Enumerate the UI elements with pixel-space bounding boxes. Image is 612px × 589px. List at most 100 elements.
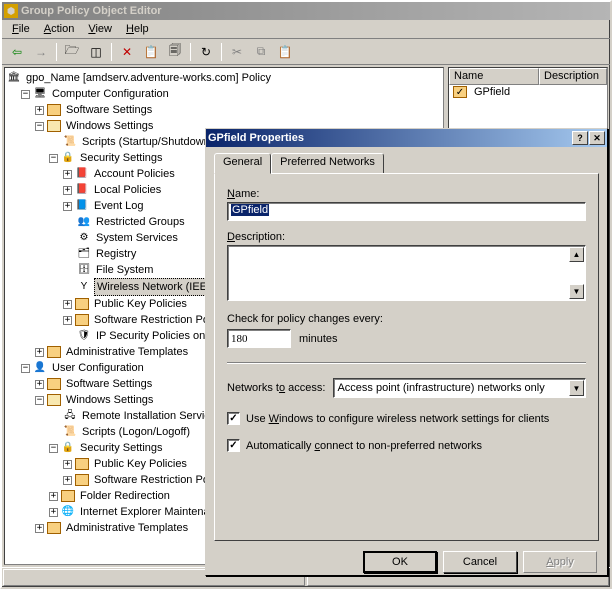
- desc-label: Description:: [227, 231, 586, 243]
- folder-icon: [47, 346, 61, 358]
- tree-win[interactable]: Windows Settings: [64, 118, 155, 134]
- tree-admin[interactable]: Administrative Templates: [64, 344, 190, 360]
- tree-pk[interactable]: Public Key Policies: [92, 296, 189, 312]
- tree-sec2[interactable]: Security Settings: [78, 440, 165, 456]
- tree-scripts2[interactable]: Scripts (Logon/Logoff): [80, 424, 192, 440]
- col-desc[interactable]: Description: [539, 68, 607, 85]
- paste-button: 📋: [274, 41, 296, 63]
- expander[interactable]: −: [49, 154, 58, 163]
- use-windows-checkbox[interactable]: ✓: [227, 412, 240, 425]
- tree-registry[interactable]: Registry: [94, 246, 138, 262]
- expander[interactable]: +: [35, 106, 44, 115]
- apply-button: Apply: [523, 551, 597, 573]
- folder-icon: [75, 314, 89, 326]
- help-button[interactable]: ?: [572, 131, 588, 145]
- col-name[interactable]: Name: [449, 68, 539, 85]
- list-item-label: GPfield: [474, 86, 510, 98]
- expander[interactable]: +: [63, 186, 72, 195]
- expander[interactable]: −: [49, 444, 58, 453]
- service-icon: ⚙: [77, 232, 91, 244]
- check-label: Check for policy changes every:: [227, 313, 586, 325]
- delete-button[interactable]: ✕: [116, 41, 138, 63]
- expander[interactable]: +: [35, 380, 44, 389]
- tree-pk2[interactable]: Public Key Policies: [92, 456, 189, 472]
- lock-icon: 🔒: [61, 152, 75, 164]
- dropdown-button[interactable]: ▼: [569, 380, 584, 396]
- tree-event[interactable]: Event Log: [92, 198, 146, 214]
- properties-button[interactable]: 📋: [140, 41, 162, 63]
- expander[interactable]: −: [35, 122, 44, 131]
- tree-fs[interactable]: File System: [94, 262, 155, 278]
- up-button[interactable]: 🗁: [61, 41, 83, 63]
- tree-scripts[interactable]: Scripts (Startup/Shutdown): [80, 134, 215, 150]
- desc-input[interactable]: [227, 245, 586, 301]
- folder-icon: [47, 120, 61, 132]
- remote-icon: 🖧: [63, 410, 77, 422]
- networks-value: Access point (infrastructure) networks o…: [337, 382, 544, 394]
- expander[interactable]: +: [35, 524, 44, 533]
- menu-action[interactable]: Action: [38, 21, 81, 37]
- tree-local[interactable]: Local Policies: [92, 182, 163, 198]
- user-icon: 👤: [33, 362, 47, 374]
- folder-icon: [75, 458, 89, 470]
- auto-connect-checkbox[interactable]: ✓: [227, 439, 240, 452]
- tree-remote[interactable]: Remote Installation Services: [80, 408, 223, 424]
- tree-admin2[interactable]: Administrative Templates: [64, 520, 190, 536]
- tab-content: Name: GPfield Description: ▲ ▼ Check for…: [214, 173, 599, 541]
- show-hide-button[interactable]: ◫: [85, 41, 107, 63]
- tree-sec[interactable]: Security Settings: [78, 150, 165, 166]
- expander[interactable]: −: [21, 364, 30, 373]
- list-item[interactable]: ✓ GPfield: [449, 85, 607, 99]
- script-icon: 📜: [63, 426, 77, 438]
- menu-file[interactable]: File: [6, 21, 36, 37]
- expander[interactable]: +: [63, 476, 72, 485]
- tree-account[interactable]: Account Policies: [92, 166, 177, 182]
- expander[interactable]: −: [21, 90, 30, 99]
- scroll-down-button[interactable]: ▼: [569, 284, 584, 299]
- expander[interactable]: +: [63, 300, 72, 309]
- policy-icon: 📕: [75, 184, 89, 196]
- ok-button[interactable]: OK: [363, 551, 437, 573]
- expander[interactable]: +: [63, 170, 72, 179]
- folder-icon: [75, 474, 89, 486]
- policy-item-icon: ✓: [453, 86, 467, 98]
- expander[interactable]: +: [49, 508, 58, 517]
- tree-restricted[interactable]: Restricted Groups: [94, 214, 187, 230]
- tree-user-config[interactable]: User Configuration: [50, 360, 146, 376]
- back-button[interactable]: ⇦: [6, 41, 28, 63]
- expander[interactable]: −: [35, 396, 44, 405]
- check-unit: minutes: [299, 333, 338, 345]
- export-button[interactable]: 🗐: [164, 41, 186, 63]
- expander[interactable]: +: [63, 202, 72, 211]
- menu-view[interactable]: View: [82, 21, 118, 37]
- refresh-button[interactable]: ↻: [195, 41, 217, 63]
- name-input[interactable]: [227, 202, 586, 221]
- tree-sw[interactable]: Software Settings: [64, 102, 154, 118]
- tree-sw2[interactable]: Software Settings: [64, 376, 154, 392]
- close-button[interactable]: ✕: [589, 131, 605, 145]
- check-interval-input[interactable]: [227, 329, 291, 348]
- tree-services[interactable]: System Services: [94, 230, 180, 246]
- networks-dropdown[interactable]: Access point (infrastructure) networks o…: [333, 378, 586, 398]
- tab-general[interactable]: General: [214, 153, 271, 174]
- expander[interactable]: +: [49, 492, 58, 501]
- menu-help[interactable]: Help: [120, 21, 155, 37]
- tree-win2[interactable]: Windows Settings: [64, 392, 155, 408]
- folder-icon: [61, 490, 75, 502]
- scroll-up-button[interactable]: ▲: [569, 247, 584, 262]
- dialog-titlebar[interactable]: GPfield Properties ? ✕: [206, 129, 607, 147]
- filesystem-icon: 🗄: [77, 264, 91, 276]
- script-icon: 📜: [63, 136, 77, 148]
- tree-comp-config[interactable]: Computer Configuration: [50, 86, 171, 102]
- cancel-button[interactable]: Cancel: [443, 551, 517, 573]
- main-title: Group Policy Object Editor: [21, 5, 608, 17]
- folder-icon: [75, 298, 89, 310]
- expander[interactable]: +: [35, 348, 44, 357]
- menubar: File Action View Help: [2, 20, 610, 39]
- expander[interactable]: +: [63, 460, 72, 469]
- tab-preferred[interactable]: Preferred Networks: [271, 153, 384, 173]
- ipsec-icon: 🛡: [77, 330, 91, 342]
- tree-root[interactable]: gpo_Name [amdserv.adventure-works.com] P…: [24, 70, 273, 86]
- expander[interactable]: +: [63, 316, 72, 325]
- tree-folder-redir[interactable]: Folder Redirection: [78, 488, 172, 504]
